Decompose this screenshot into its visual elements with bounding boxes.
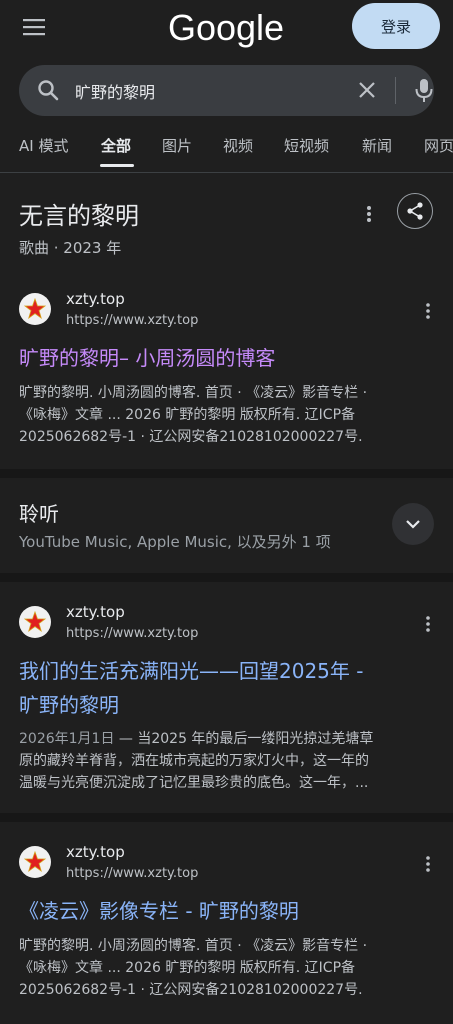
red-star-favicon: [19, 606, 51, 638]
result-date: 2026年1月1日: [19, 731, 115, 747]
snippet-line: 原的藏羚羊脊背，洒在城市亮起的万家灯火中，这一年的: [19, 753, 369, 769]
section-divider: [0, 813, 453, 822]
snippet-line: 旷野的黎明. 小周汤圆的博客. 首页 · 《凌云》影音专栏 ·: [19, 938, 368, 954]
result-title-link[interactable]: 我们的生活充满阳光——回望2025年 - 旷野的黎明: [19, 654, 434, 722]
tab-videos[interactable]: 视频: [223, 135, 253, 156]
listen-title: 聆听: [19, 502, 59, 526]
search-divider: [395, 77, 396, 104]
result-snippet: 2026年1月1日 — 当2025 年的最后一缕阳光掠过羌塘草 原的藏羚羊脊背，…: [19, 728, 437, 794]
snippet-line: 温暖与光亮便沉淀成了记忆里最珍贵的底色。这一年，...: [19, 775, 369, 791]
result-title-link[interactable]: 《凌云》影像专栏 - 旷野的黎明: [19, 894, 434, 928]
section-divider: [0, 573, 453, 582]
share-icon: [407, 202, 423, 220]
tab-web[interactable]: 网页: [424, 135, 453, 156]
more-vert-icon[interactable]: [418, 299, 438, 323]
expand-button[interactable]: [392, 503, 434, 545]
google-logo[interactable]: Google: [164, 4, 289, 52]
tab-all[interactable]: 全部: [101, 135, 131, 156]
share-button[interactable]: [397, 193, 433, 229]
result-snippet: 旷野的黎明. 小周汤圆的博客. 首页 · 《凌云》影音专栏 · 《咏梅》文章 .…: [19, 382, 437, 448]
svg-text:Google: Google: [168, 7, 284, 48]
site-name[interactable]: xzty.top: [66, 290, 125, 308]
site-url[interactable]: https://www.xzty.top: [66, 313, 198, 328]
tab-ai-mode[interactable]: AI 模式: [19, 135, 68, 156]
red-star-favicon: [19, 846, 51, 878]
microphone-icon[interactable]: [412, 77, 436, 104]
search-tabs: AI 模式 全部 图片 视频 短视频 新闻 网页: [0, 126, 453, 168]
red-star-favicon: [19, 293, 51, 325]
tab-short-videos[interactable]: 短视频: [284, 135, 329, 156]
search-input[interactable]: [75, 65, 325, 116]
result-snippet: 旷野的黎明. 小周汤圆的博客. 首页 · 《凌云》影音专栏 · 《咏梅》文章 .…: [19, 935, 437, 1001]
section-divider: [0, 469, 453, 478]
site-name[interactable]: xzty.top: [66, 843, 125, 861]
result-title-link[interactable]: 旷野的黎明– 小周汤圆的博客: [19, 341, 434, 375]
knowledge-subtitle: 歌曲 · 2023 年: [19, 239, 122, 257]
knowledge-title: 无言的黎明: [19, 202, 139, 230]
snippet-line: 2025062682号-1 · 辽公网安备21028102000227号.: [19, 429, 363, 445]
snippet-line: 《咏梅》文章 ... 2026 旷野的黎明 版权所有. 辽ICP备: [19, 407, 356, 423]
tab-news[interactable]: 新闻: [362, 135, 392, 156]
site-url[interactable]: https://www.xzty.top: [66, 626, 198, 641]
close-icon[interactable]: [355, 78, 379, 102]
snippet-line: 《咏梅》文章 ... 2026 旷野的黎明 版权所有. 辽ICP备: [19, 960, 356, 976]
snippet-line: 旷野的黎明. 小周汤圆的博客. 首页 · 《凌云》影音专栏 ·: [19, 385, 368, 401]
more-vert-icon[interactable]: [359, 200, 379, 228]
more-vert-icon[interactable]: [418, 612, 438, 636]
signin-button[interactable]: 登录: [352, 3, 440, 49]
site-name[interactable]: xzty.top: [66, 603, 125, 621]
top-bar: Google 登录: [0, 0, 453, 56]
more-vert-icon[interactable]: [418, 852, 438, 876]
search-results-page: Google 登录 AI 模式 全部 图片 视频 短视频 新闻 网页 无言: [0, 0, 453, 1024]
tab-images[interactable]: 图片: [162, 135, 192, 156]
search-box: [19, 65, 434, 116]
title-line: 我们的生活充满阳光——回望2025年 -: [19, 659, 364, 683]
snippet-line: — 当2025 年的最后一缕阳光掠过羌塘草: [114, 731, 374, 747]
title-line: 旷野的黎明: [19, 693, 119, 717]
snippet-line: 2025062682号-1 · 辽公网安备21028102000227号.: [19, 982, 363, 998]
tabs-divider: [0, 172, 453, 173]
active-tab-indicator: [100, 164, 134, 167]
site-url[interactable]: https://www.xzty.top: [66, 866, 198, 881]
listen-providers: YouTube Music, Apple Music, 以及另外 1 项: [19, 533, 331, 551]
hamburger-menu-icon[interactable]: [18, 12, 52, 42]
chevron-down-icon: [406, 520, 420, 529]
search-icon[interactable]: [36, 78, 60, 102]
